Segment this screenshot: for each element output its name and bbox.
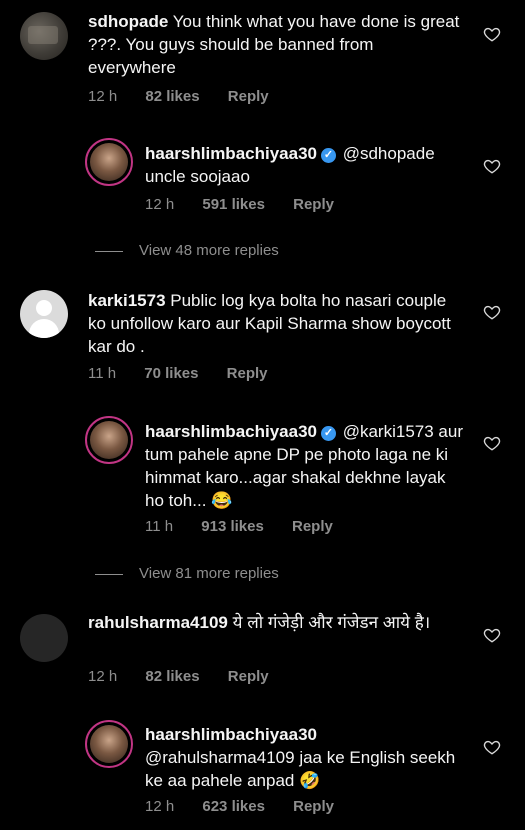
timestamp: 11 h [145, 518, 174, 535]
username[interactable]: rahulsharma4109 [88, 613, 228, 632]
avatar[interactable] [85, 416, 133, 464]
reply-button[interactable]: Reply [227, 365, 268, 382]
comment-meta: 12 h 82 likes Reply [88, 88, 293, 105]
reply-button[interactable]: Reply [293, 798, 334, 815]
divider [95, 573, 123, 575]
username[interactable]: haarshlimbachiyaa30 [145, 422, 317, 441]
timestamp: 12 h [88, 88, 118, 105]
mention[interactable]: @karki1573 [343, 422, 434, 441]
comment-body: sdhopade You think what you have done is… [88, 10, 463, 79]
likes-count[interactable]: 623 likes [202, 798, 265, 815]
comment-meta: 12 h 623 likes Reply [145, 798, 358, 815]
heart-outline-icon[interactable] [483, 626, 501, 644]
avatar[interactable] [85, 720, 133, 768]
username[interactable]: haarshlimbachiyaa30 [145, 725, 317, 744]
likes-count[interactable]: 82 likes [145, 88, 199, 105]
timestamp: 12 h [145, 798, 175, 815]
avatar[interactable] [85, 138, 133, 186]
heart-outline-icon[interactable] [483, 738, 501, 756]
comment-meta: 12 h 82 likes Reply [88, 668, 293, 685]
comment-meta: 11 h 70 likes Reply [88, 365, 292, 382]
avatar[interactable] [20, 290, 68, 338]
verified-badge-icon: ✓ [320, 148, 336, 163]
comment-meta: 11 h 913 likes Reply [145, 518, 357, 535]
heart-outline-icon[interactable] [483, 157, 501, 175]
heart-outline-icon[interactable] [483, 25, 501, 43]
comment-body: karki1573 Public log kya bolta ho nasari… [88, 289, 463, 358]
mention[interactable]: @rahulsharma4109 [145, 748, 295, 767]
username[interactable]: karki1573 [88, 291, 166, 310]
likes-count[interactable]: 70 likes [144, 365, 198, 382]
reply-button[interactable]: Reply [292, 518, 333, 535]
reply-button[interactable]: Reply [293, 196, 334, 213]
timestamp: 11 h [88, 365, 117, 382]
verified-badge-icon: ✓ [320, 426, 336, 441]
reply-button[interactable]: Reply [228, 668, 269, 685]
view-more-label: View 48 more replies [139, 242, 279, 259]
view-more-label: View 81 more replies [139, 565, 279, 582]
likes-count[interactable]: 82 likes [145, 668, 199, 685]
likes-count[interactable]: 591 likes [202, 196, 265, 213]
view-more-replies[interactable]: View 48 more replies [95, 242, 279, 259]
timestamp: 12 h [88, 668, 118, 685]
comment-body: haarshlimbachiyaa30 ✓ @sdhopade uncle soo… [145, 142, 465, 188]
username[interactable]: haarshlimbachiyaa30 [145, 144, 317, 163]
comment-text: uncle soojaao [145, 167, 250, 186]
view-more-replies[interactable]: View 81 more replies [95, 565, 279, 582]
avatar[interactable] [20, 12, 68, 60]
likes-count[interactable]: 913 likes [201, 518, 264, 535]
reply-button[interactable]: Reply [228, 88, 269, 105]
comment-body: rahulsharma4109 ये लो गंजेड़ी और गंजेडन … [88, 611, 463, 634]
avatar[interactable] [20, 614, 68, 662]
comment-text: ये लो गंजेड़ी और गंजेडन आये है। [232, 613, 431, 632]
divider [95, 250, 123, 252]
timestamp: 12 h [145, 196, 175, 213]
comment-body: haarshlimbachiyaa30 ✓ @karki1573 aur tum … [145, 420, 465, 512]
comment-body: haarshlimbachiyaa30 @rahulsharma4109 jaa… [145, 723, 465, 792]
heart-outline-icon[interactable] [483, 303, 501, 321]
comment-meta: 12 h 591 likes Reply [145, 196, 358, 213]
username[interactable]: sdhopade [88, 12, 168, 31]
mention[interactable]: @sdhopade [343, 144, 435, 163]
heart-outline-icon[interactable] [483, 434, 501, 452]
